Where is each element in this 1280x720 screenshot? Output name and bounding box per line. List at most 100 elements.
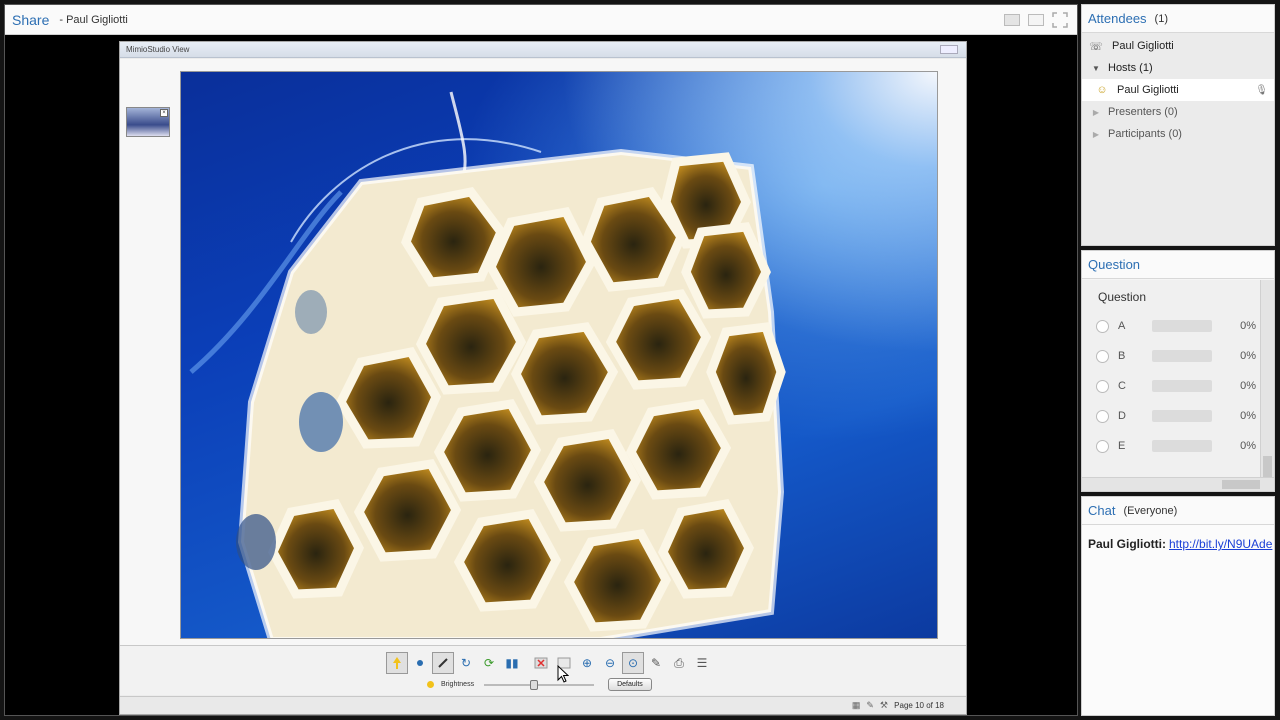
host-row[interactable]: ☺ Paul Gigliotti 🎙 xyxy=(1082,79,1274,101)
chat-header: Chat (Everyone) xyxy=(1082,497,1274,525)
mimio-titlebar: MimioStudio View xyxy=(120,42,966,58)
attendees-count: (1) xyxy=(1154,12,1168,25)
option-percent: 0% xyxy=(1240,380,1256,392)
dot-icon[interactable] xyxy=(409,652,431,674)
minimize-button[interactable] xyxy=(940,45,958,54)
radio-button[interactable] xyxy=(1096,439,1109,453)
option-result-bar xyxy=(1152,410,1212,422)
option-letter: E xyxy=(1118,440,1126,452)
zoom-fit-icon[interactable]: ⊙ xyxy=(622,652,644,674)
bulb-icon xyxy=(427,681,434,688)
option-row[interactable]: D 0% xyxy=(1096,408,1256,424)
slide-area: × xyxy=(120,59,966,645)
edit-icon[interactable]: ✎ xyxy=(866,700,874,711)
option-percent: 0% xyxy=(1240,320,1256,332)
expand-arrow-icon[interactable]: ▶ xyxy=(1088,127,1104,141)
close-icon[interactable]: × xyxy=(160,109,168,117)
option-result-bar xyxy=(1152,440,1212,452)
option-row[interactable]: A 0% xyxy=(1096,318,1256,334)
question-pod-title: Question xyxy=(1088,257,1141,272)
fit-width-icon[interactable] xyxy=(1003,11,1021,29)
option-result-bar xyxy=(1152,380,1212,392)
option-letter: A xyxy=(1118,320,1126,332)
horizontal-scrollbar[interactable] xyxy=(1082,477,1274,491)
rotate-icon[interactable]: ⟳ xyxy=(478,652,500,674)
adobe-connect-meeting: Share - Paul Gigliotti MimioStudio View … xyxy=(0,0,1280,720)
hosts-label: Hosts (1) xyxy=(1108,62,1153,74)
page-icon[interactable]: ▦ xyxy=(852,700,861,711)
option-row[interactable]: B 0% xyxy=(1096,348,1256,364)
option-letter: B xyxy=(1118,350,1126,362)
honeycomb-photo xyxy=(180,71,938,639)
option-percent: 0% xyxy=(1240,350,1256,362)
chat-pod: Chat (Everyone) Paul Gigliotti: http://bi… xyxy=(1081,496,1275,716)
zoom-in-icon[interactable]: ⊕ xyxy=(576,652,598,674)
share-pod: Share - Paul Gigliotti MimioStudio View … xyxy=(4,4,1078,716)
brightness-slider-knob[interactable] xyxy=(529,679,538,690)
attendees-title: Attendees xyxy=(1088,11,1147,26)
share-pod-title: Share xyxy=(12,11,50,28)
draw-icon[interactable]: ✎ xyxy=(645,652,667,674)
chat-scope: (Everyone) xyxy=(1123,504,1178,517)
brightness-slider[interactable] xyxy=(484,679,595,690)
brightness-label: Brightness xyxy=(441,681,475,688)
slide-thumbnail[interactable]: × xyxy=(126,107,170,137)
collapse-arrow-icon[interactable]: ▼ xyxy=(1088,61,1104,75)
chat-link[interactable]: http://bit.ly/N9UAde xyxy=(1169,537,1272,551)
attendees-pod: Attendees (1) ☏ Paul Gigliotti ▼ Hosts (… xyxy=(1081,4,1275,246)
question-label: Question xyxy=(1098,290,1147,304)
mimio-studio-window: MimioStudio View × ↻ ⟳ ▮▮ ⊕ ⊖ ⊙ ✎ ⎙ ☰ Br… xyxy=(119,41,967,715)
print-icon[interactable]: ⎙ xyxy=(668,652,690,674)
option-letter: D xyxy=(1118,410,1126,422)
question-pod-header: Question xyxy=(1082,251,1274,279)
refresh-icon[interactable]: ↻ xyxy=(455,652,477,674)
chat-sender: Paul Gigliotti: xyxy=(1088,537,1166,551)
zoom-out-icon[interactable]: ⊖ xyxy=(599,652,621,674)
attendee-self-name: Paul Gigliotti xyxy=(1112,40,1174,52)
mimio-window-title: MimioStudio View xyxy=(126,45,190,54)
mouse-cursor-icon xyxy=(557,665,569,683)
tools-icon[interactable]: ⚒ xyxy=(880,700,888,711)
option-result-bar xyxy=(1152,350,1212,362)
presenters-label: Presenters (0) xyxy=(1108,106,1178,118)
option-row[interactable]: C 0% xyxy=(1096,378,1256,394)
pause-icon[interactable]: ▮▮ xyxy=(501,652,523,674)
radio-button[interactable] xyxy=(1096,349,1109,363)
defaults-button[interactable]: Defaults xyxy=(608,678,652,691)
presenters-group-row[interactable]: ▶ Presenters (0) xyxy=(1082,101,1274,123)
option-letter: C xyxy=(1118,380,1126,392)
participants-label: Participants (0) xyxy=(1108,128,1182,140)
pen-icon[interactable] xyxy=(432,652,454,674)
radio-button[interactable] xyxy=(1096,379,1109,393)
host-user-icon: ☺ xyxy=(1096,84,1108,96)
full-size-icon[interactable] xyxy=(1027,11,1045,29)
radio-button[interactable] xyxy=(1096,319,1109,333)
mimio-toolbar: ↻ ⟳ ▮▮ ⊕ ⊖ ⊙ ✎ ⎙ ☰ Brightness Defaults xyxy=(120,645,966,695)
participants-group-row[interactable]: ▶ Participants (0) xyxy=(1082,123,1274,145)
presenter-name: - Paul Gigliotti xyxy=(59,13,128,26)
scrollbar-thumb[interactable] xyxy=(1222,480,1260,489)
question-pod: Question Question A 0% B 0% C 0% D 0% E … xyxy=(1081,250,1275,492)
brightness-row: Brightness Defaults xyxy=(426,678,652,691)
option-percent: 0% xyxy=(1240,410,1256,422)
expand-arrow-icon[interactable]: ▶ xyxy=(1088,105,1104,119)
fullscreen-icon[interactable] xyxy=(1051,11,1069,29)
tool-row: ↻ ⟳ ▮▮ ⊕ ⊖ ⊙ ✎ ⎙ ☰ xyxy=(386,652,713,674)
vertical-scrollbar[interactable] xyxy=(1260,280,1274,478)
hosts-group-row[interactable]: ▼ Hosts (1) xyxy=(1082,57,1274,79)
option-percent: 0% xyxy=(1240,440,1256,452)
option-row[interactable]: E 0% xyxy=(1096,438,1256,454)
mimio-statusbar: ▦ ✎ ⚒ Page 10 of 18 xyxy=(120,696,966,714)
attendees-header: Attendees (1) xyxy=(1082,5,1274,33)
question-body: Question A 0% B 0% C 0% D 0% E 0% xyxy=(1082,280,1260,477)
scrollbar-thumb[interactable] xyxy=(1263,456,1272,478)
chat-message: Paul Gigliotti: http://bit.ly/N9UAde xyxy=(1088,537,1272,551)
pointer-icon[interactable] xyxy=(386,652,408,674)
attendee-self-row[interactable]: ☏ Paul Gigliotti xyxy=(1082,35,1274,57)
radio-button[interactable] xyxy=(1096,409,1109,423)
chat-title: Chat xyxy=(1088,503,1116,518)
menu-icon[interactable]: ☰ xyxy=(691,652,713,674)
phone-icon: ☏ xyxy=(1089,40,1103,53)
microphone-icon[interactable]: 🎙 xyxy=(1255,85,1268,96)
stop-icon[interactable] xyxy=(530,652,552,674)
